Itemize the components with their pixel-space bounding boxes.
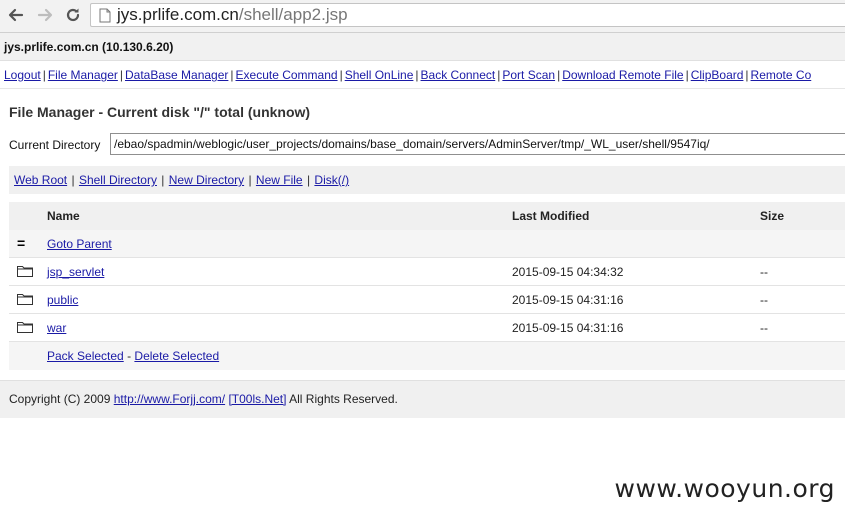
- reload-icon: [66, 8, 80, 22]
- back-arrow-icon: [8, 8, 24, 22]
- menu-port-scan[interactable]: Port Scan: [502, 68, 555, 82]
- host-info: jys.prlife.com.cn (10.130.6.20): [4, 40, 174, 54]
- table-row: jsp_servlet 2015-09-15 04:34:32 --: [9, 258, 845, 286]
- current-directory-label: Current Directory: [9, 138, 101, 152]
- watermark: www.wooyun.org: [614, 474, 835, 503]
- menu-download-remote-file[interactable]: Download Remote File: [562, 68, 683, 82]
- file-modified: 2015-09-15 04:31:16: [512, 321, 624, 335]
- folder-icon: [17, 265, 33, 280]
- file-name-link[interactable]: public: [47, 293, 78, 307]
- table-row: public 2015-09-15 04:31:16 --: [9, 286, 845, 314]
- copyright-bar: Copyright (C) 2009 http://www.Forjj.com/…: [0, 380, 845, 418]
- shell-directory-link[interactable]: Shell Directory: [79, 173, 157, 187]
- menu-remote-control[interactable]: Remote Co: [751, 68, 812, 82]
- table-header: Name Last Modified Size: [9, 202, 845, 230]
- action-bar: Web Root | Shell Directory | New Directo…: [9, 166, 845, 194]
- back-button[interactable]: [6, 5, 26, 25]
- menu-logout[interactable]: Logout: [4, 68, 41, 82]
- goto-parent-link[interactable]: Goto Parent: [47, 237, 112, 251]
- forward-arrow-icon: [37, 8, 53, 22]
- copyright-prefix: Copyright (C) 2009: [9, 392, 111, 406]
- menu-clipboard[interactable]: ClipBoard: [691, 68, 744, 82]
- menu-database-manager[interactable]: DataBase Manager: [125, 68, 228, 82]
- menu-file-manager[interactable]: File Manager: [48, 68, 118, 82]
- menu-back-connect[interactable]: Back Connect: [421, 68, 496, 82]
- reload-button[interactable]: [63, 5, 83, 25]
- menu-divider: [0, 88, 845, 89]
- forjj-link[interactable]: http://www.Forjj.com/: [114, 392, 225, 406]
- folder-icon: [17, 293, 33, 308]
- web-root-link[interactable]: Web Root: [14, 173, 67, 187]
- delete-selected-link[interactable]: Delete Selected: [134, 349, 219, 363]
- file-table: Name Last Modified Size = Goto Parent js…: [9, 202, 845, 370]
- new-directory-link[interactable]: New Directory: [169, 173, 244, 187]
- file-size: --: [760, 265, 768, 279]
- page-icon: [99, 8, 111, 23]
- table-row: war 2015-09-15 04:31:16 --: [9, 314, 845, 342]
- new-file-link[interactable]: New File: [256, 173, 303, 187]
- header-name: Name: [47, 209, 80, 223]
- file-modified: 2015-09-15 04:31:16: [512, 293, 624, 307]
- browser-toolbar: jys.prlife.com.cn/shell/app2.jsp: [0, 0, 845, 33]
- forward-button[interactable]: [35, 5, 55, 25]
- copyright-suffix: All Rights Reserved.: [289, 392, 398, 406]
- parent-icon: =: [17, 235, 26, 251]
- main-menu: Logout | File Manager | DataBase Manager | Exe…: [4, 68, 812, 82]
- header-size: Size: [760, 209, 785, 223]
- url-host: jys.prlife.com.cn: [117, 5, 239, 24]
- file-size: --: [760, 293, 768, 307]
- menu-execute-command[interactable]: Execute Command: [236, 68, 338, 82]
- folder-icon: [17, 321, 33, 336]
- menu-shell-online[interactable]: Shell OnLine: [345, 68, 414, 82]
- pack-selected-link[interactable]: Pack Selected: [47, 349, 124, 363]
- url-path: /shell/app2.jsp: [238, 5, 348, 24]
- file-size: --: [760, 321, 768, 335]
- address-bar[interactable]: jys.prlife.com.cn/shell/app2.jsp: [90, 3, 845, 27]
- t00ls-link[interactable]: [T00ls.Net]: [228, 392, 286, 406]
- header-last-modified: Last Modified: [512, 209, 590, 223]
- file-name-link[interactable]: war: [47, 321, 66, 335]
- table-footer: Pack Selected - Delete Selected: [9, 342, 845, 370]
- file-name-link[interactable]: jsp_servlet: [47, 265, 104, 279]
- url-text: jys.prlife.com.cn/shell/app2.jsp: [117, 5, 348, 25]
- page-title: File Manager - Current disk "/" total (u…: [9, 104, 311, 120]
- current-directory-input[interactable]: [110, 133, 845, 155]
- host-bar: jys.prlife.com.cn (10.130.6.20): [0, 33, 845, 61]
- file-modified: 2015-09-15 04:34:32: [512, 265, 624, 279]
- goto-parent-row: = Goto Parent: [9, 230, 845, 258]
- disk-link[interactable]: Disk(/): [314, 173, 349, 187]
